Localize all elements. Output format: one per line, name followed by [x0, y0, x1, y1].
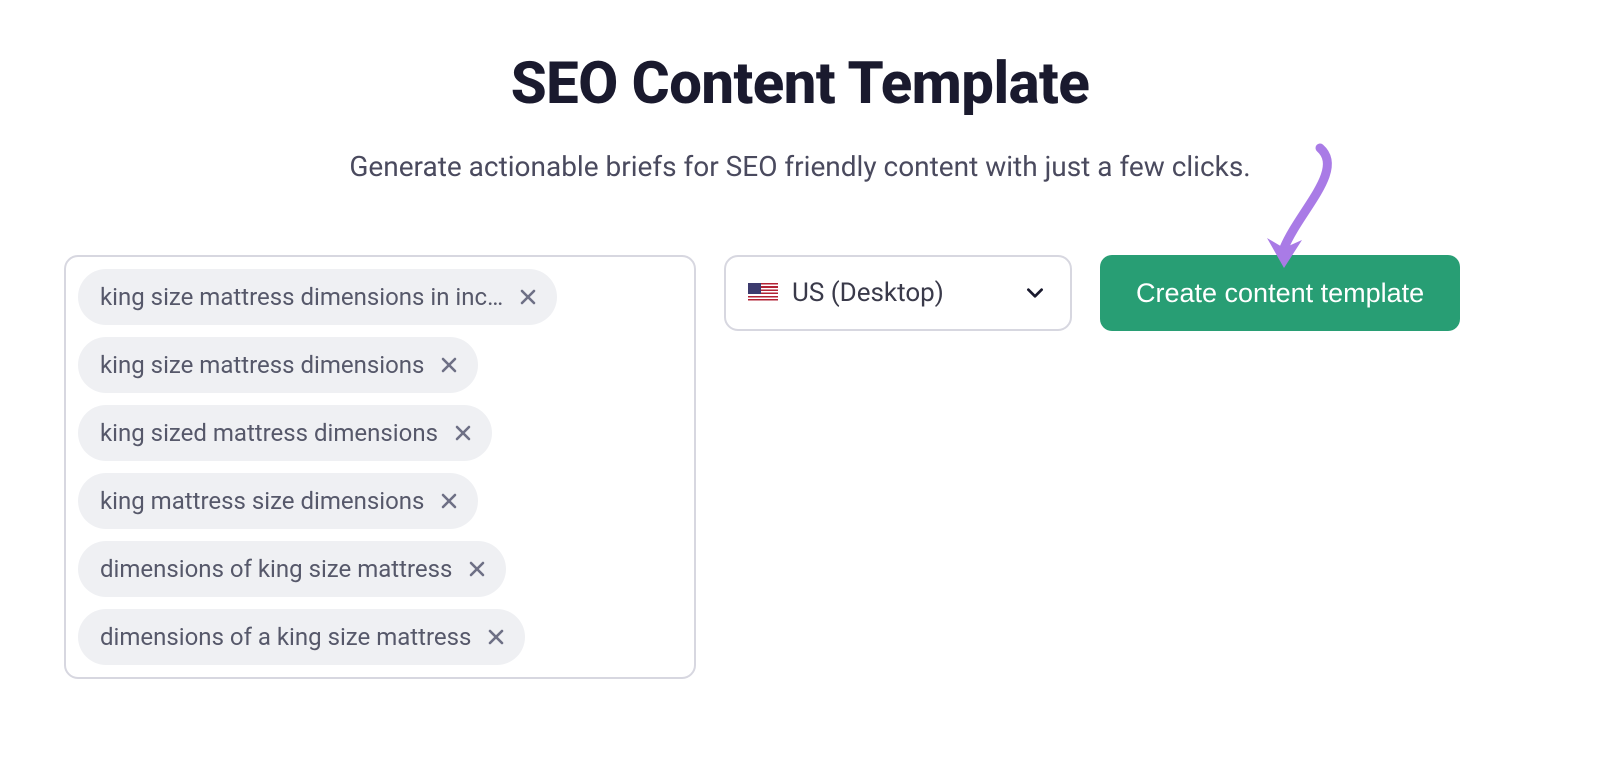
keyword-chip-label: dimensions of a king size mattress: [100, 623, 471, 651]
page-subtitle: Generate actionable briefs for SEO frien…: [0, 150, 1600, 183]
keyword-chip-label: king size mattress dimensions: [100, 351, 424, 379]
region-label: US (Desktop): [792, 278, 944, 308]
remove-keyword-icon[interactable]: [438, 354, 460, 376]
keyword-chip: king size mattress dimensions: [78, 337, 478, 393]
keyword-chip-label: king mattress size dimensions: [100, 487, 424, 515]
remove-keyword-icon[interactable]: [466, 558, 488, 580]
remove-keyword-icon[interactable]: [485, 626, 507, 648]
remove-keyword-icon[interactable]: [452, 422, 474, 444]
us-flag-icon: [748, 283, 778, 303]
chevron-down-icon: [1024, 282, 1046, 304]
keywords-input[interactable]: king size mattress dimensions in inc… ki…: [64, 255, 696, 679]
keyword-chip: king size mattress dimensions in inc…: [78, 269, 557, 325]
remove-keyword-icon[interactable]: [438, 490, 460, 512]
region-select[interactable]: US (Desktop): [724, 255, 1072, 331]
keyword-chip-label: dimensions of king size mattress: [100, 555, 452, 583]
keyword-chip: king mattress size dimensions: [78, 473, 478, 529]
page-title: SEO Content Template: [0, 50, 1600, 118]
keyword-chip: king sized mattress dimensions: [78, 405, 492, 461]
create-content-template-button[interactable]: Create content template: [1100, 255, 1460, 331]
keyword-chip-label: king sized mattress dimensions: [100, 419, 438, 447]
keyword-chip: dimensions of king size mattress: [78, 541, 506, 597]
remove-keyword-icon[interactable]: [517, 286, 539, 308]
keyword-chip-label: king size mattress dimensions in inc…: [100, 283, 503, 311]
keyword-chip: dimensions of a king size mattress: [78, 609, 525, 665]
